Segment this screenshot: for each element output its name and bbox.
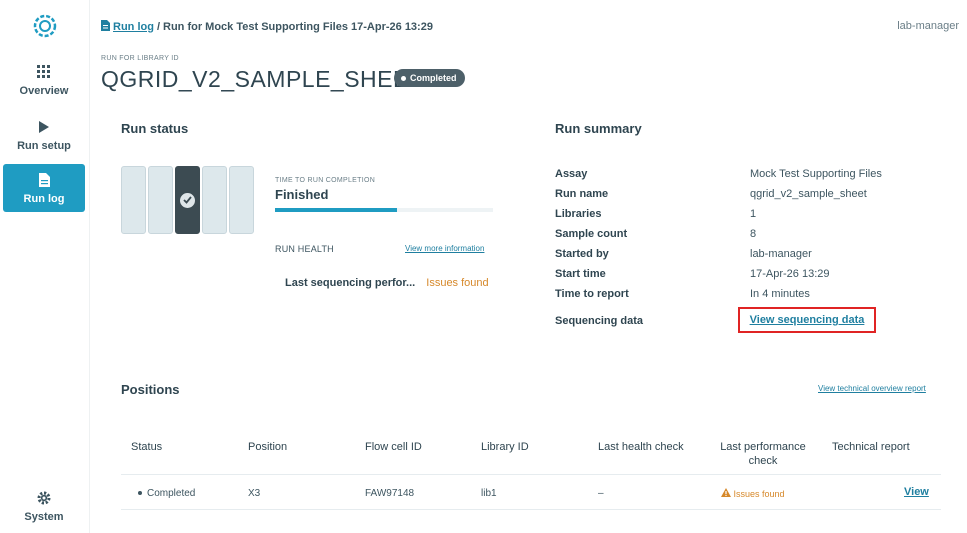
column-header-last-performance-check[interactable]: Last performance check (713, 440, 813, 468)
summary-row-started-by: Started by lab-manager (555, 245, 945, 265)
column-header-library-id[interactable]: Library ID (481, 440, 529, 454)
sidebar-item-label: Run setup (17, 140, 71, 152)
summary-row-assay: Assay Mock Test Supporting Files (555, 165, 945, 185)
sidebar-item-label: System (24, 511, 64, 523)
run-status-title: Run status (121, 121, 189, 136)
summary-row-sample-count: Sample count 8 (555, 225, 945, 245)
summary-value: In 4 minutes (750, 288, 810, 300)
document-icon (3, 170, 85, 190)
flow-cell-slot[interactable] (202, 166, 227, 234)
positions-table: Status Position Flow cell ID Library ID … (121, 430, 941, 510)
breadcrumb-run-log-link[interactable]: Run log (113, 21, 154, 33)
column-header-technical-report[interactable]: Technical report (832, 440, 910, 454)
check-icon (180, 192, 195, 208)
sidebar-item-label: Run log (23, 193, 65, 205)
summary-row-run-name: Run name qgrid_v2_sample_sheet (555, 185, 945, 205)
flow-cell-slot[interactable] (148, 166, 173, 234)
run-health-label: RUN HEALTH (275, 244, 334, 254)
user-name[interactable]: lab-manager (897, 20, 959, 32)
sidebar-item-overview[interactable]: Overview (3, 62, 85, 110)
run-progress-bar (275, 208, 493, 212)
summary-row-libraries: Libraries 1 (555, 205, 945, 225)
sidebar-item-system[interactable]: System (3, 488, 85, 533)
run-for-label: RUN FOR LIBRARY ID (101, 55, 179, 62)
breadcrumb-current: Run for Mock Test Supporting Files 17-Ap… (163, 21, 433, 33)
summary-key: Time to report (555, 288, 629, 300)
status-dot-icon (138, 491, 142, 496)
performance-check-label: Issues found (733, 489, 785, 499)
column-header-flow-cell-id[interactable]: Flow cell ID (365, 440, 422, 454)
time-to-completion-label: TIME TO RUN COMPLETION (275, 177, 376, 184)
breadcrumb-separator: / (156, 21, 160, 33)
summary-key: Start time (555, 268, 606, 280)
warning-icon (721, 488, 731, 499)
summary-key: Sequencing data (555, 315, 644, 327)
page-title: QGRID_V2_SAMPLE_SHEET (101, 66, 424, 92)
last-health-check: – (598, 488, 604, 499)
summary-value: Mock Test Supporting Files (750, 168, 882, 180)
positions-title: Positions (121, 382, 180, 397)
run-state: Finished (275, 187, 329, 202)
position-status-label: Completed (147, 488, 196, 499)
summary-value: lab-manager (750, 248, 812, 260)
status-badge-label: Completed (410, 73, 457, 83)
view-sequencing-data-link[interactable]: View sequencing data (738, 307, 876, 333)
run-summary-title: Run summary (555, 121, 642, 136)
document-icon (101, 20, 110, 34)
status-dot-icon (401, 75, 406, 81)
gear-icon (3, 488, 85, 508)
summary-value: 17-Apr-26 13:29 (750, 268, 830, 280)
run-summary-list: Assay Mock Test Supporting Files Run nam… (555, 165, 945, 336)
health-check-row: Last sequencing perfor... Issues found (285, 277, 489, 289)
grid-icon (3, 62, 85, 82)
library-id: lib1 (481, 488, 497, 499)
sidebar-item-label: Overview (19, 85, 69, 97)
flow-cell-grid (121, 166, 254, 234)
column-header-position[interactable]: Position (248, 440, 287, 454)
status-badge: Completed (394, 69, 465, 87)
summary-value: 1 (750, 208, 757, 220)
column-header-last-health-check[interactable]: Last health check (598, 440, 684, 454)
play-icon (3, 117, 85, 137)
sidebar: Overview Run setup Run log System (0, 0, 90, 533)
table-header: Status Position Flow cell ID Library ID … (121, 430, 941, 475)
table-row: Completed X3 FAW97148 lib1 – Issues foun… (121, 475, 941, 510)
sidebar-item-run-log[interactable]: Run log (3, 164, 85, 212)
flow-cell-slot[interactable] (229, 166, 254, 234)
breadcrumb: Run log / Run for Mock Test Supporting F… (101, 20, 433, 34)
run-progress-fill (275, 208, 398, 212)
flow-cell-id: FAW97148 (365, 488, 415, 499)
position-id: X3 (248, 488, 261, 499)
flow-cell-slot-active[interactable] (175, 166, 200, 234)
view-more-information-link[interactable]: View more information (405, 244, 484, 253)
view-technical-report-link[interactable]: View (904, 486, 929, 498)
health-check-result: Issues found (426, 277, 489, 289)
summary-value: qgrid_v2_sample_sheet (750, 188, 867, 200)
summary-value: 8 (750, 228, 757, 240)
column-header-status[interactable]: Status (131, 440, 162, 454)
sidebar-item-run-setup[interactable]: Run setup (3, 117, 85, 165)
position-status: Completed (138, 488, 195, 499)
summary-key: Libraries (555, 208, 602, 220)
app-logo-icon[interactable] (31, 12, 59, 40)
summary-row-start-time: Start time 17-Apr-26 13:29 (555, 265, 945, 285)
flow-cell-slot[interactable] (121, 166, 146, 234)
view-technical-overview-link[interactable]: View technical overview report (818, 384, 926, 393)
summary-key: Sample count (555, 228, 628, 240)
summary-key: Assay (555, 168, 588, 180)
last-performance-check: Issues found (721, 488, 785, 499)
summary-row-time-to-report: Time to report In 4 minutes (555, 285, 945, 305)
summary-row-sequencing-data: Sequencing data View sequencing data (555, 307, 945, 336)
summary-key: Started by (555, 248, 609, 260)
summary-key: Run name (555, 188, 609, 200)
health-check-name: Last sequencing perfor... (285, 277, 416, 289)
